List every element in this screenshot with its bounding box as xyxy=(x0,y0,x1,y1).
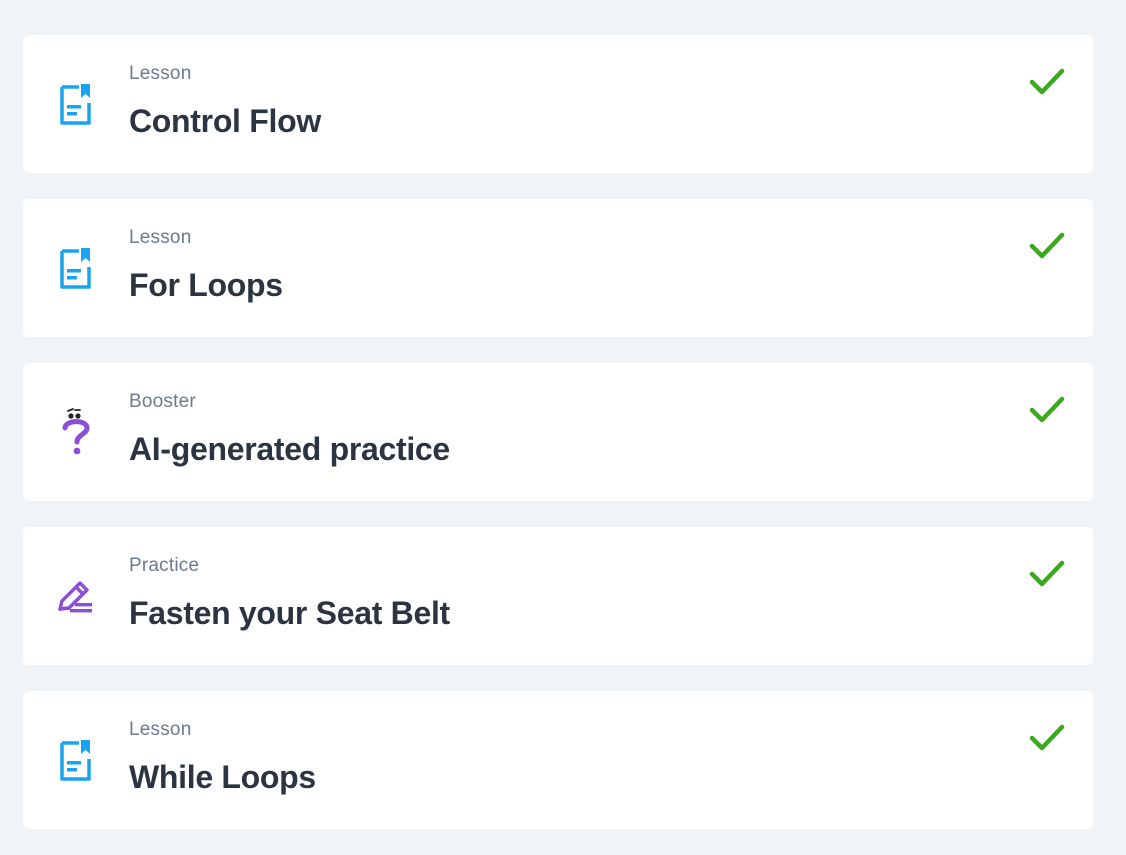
course-item-list: Lesson Control Flow Lesson For Loops Boo… xyxy=(23,35,1093,855)
item-title[interactable]: While Loops xyxy=(129,759,316,796)
course-item-ai-generated-practice[interactable]: Booster AI-generated practice xyxy=(23,363,1093,501)
completed-check-icon xyxy=(1029,396,1065,423)
lesson-icon xyxy=(56,736,96,784)
course-item-control-flow[interactable]: Lesson Control Flow xyxy=(23,35,1093,173)
item-kind-label: Lesson xyxy=(129,227,192,248)
practice-pencil-icon xyxy=(56,572,96,620)
completed-check-icon xyxy=(1029,68,1065,95)
completed-check-icon xyxy=(1029,724,1065,751)
item-kind-label: Booster xyxy=(129,391,196,412)
lesson-icon xyxy=(56,244,96,292)
booster-question-icon xyxy=(56,408,96,456)
item-title[interactable]: AI-generated practice xyxy=(129,431,450,468)
item-kind-label: Lesson xyxy=(129,63,192,84)
course-item-fasten-your-seat-belt[interactable]: Practice Fasten your Seat Belt xyxy=(23,527,1093,665)
course-item-while-loops[interactable]: Lesson While Loops xyxy=(23,691,1093,829)
item-title[interactable]: Control Flow xyxy=(129,103,321,140)
course-item-for-loops[interactable]: Lesson For Loops xyxy=(23,199,1093,337)
completed-check-icon xyxy=(1029,232,1065,259)
item-title[interactable]: Fasten your Seat Belt xyxy=(129,595,450,632)
item-kind-label: Practice xyxy=(129,555,200,576)
item-kind-label: Lesson xyxy=(129,719,192,740)
completed-check-icon xyxy=(1029,560,1065,587)
item-title[interactable]: For Loops xyxy=(129,267,283,304)
lesson-icon xyxy=(56,80,96,128)
